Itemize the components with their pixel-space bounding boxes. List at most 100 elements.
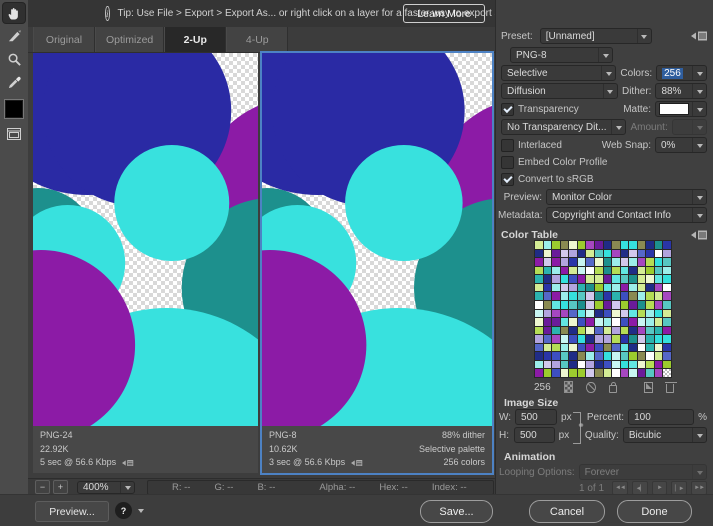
color-swatch[interactable] — [552, 335, 560, 343]
color-swatch[interactable] — [569, 369, 577, 377]
color-swatch[interactable] — [586, 249, 594, 258]
color-swatch[interactable] — [543, 343, 552, 352]
color-swatch[interactable] — [620, 283, 629, 292]
height-input[interactable]: 500 — [514, 427, 555, 443]
color-swatch[interactable] — [663, 292, 671, 300]
color-swatch[interactable] — [654, 369, 663, 377]
color-swatch[interactable] — [646, 258, 654, 266]
color-swatch[interactable] — [543, 249, 552, 258]
color-swatch[interactable] — [552, 275, 560, 283]
color-swatch[interactable] — [577, 300, 586, 309]
colors-dropdown[interactable]: 256 — [656, 65, 707, 81]
embed-color-profile-checkbox[interactable] — [501, 155, 514, 169]
color-swatch[interactable] — [612, 360, 620, 369]
color-swatch[interactable] — [560, 283, 569, 292]
color-swatch[interactable] — [663, 275, 671, 283]
color-swatch[interactable] — [552, 326, 560, 335]
color-swatch[interactable] — [543, 318, 552, 326]
format-dropdown[interactable]: PNG-8 — [510, 47, 613, 63]
eyedropper-tool-button[interactable] — [3, 72, 25, 92]
color-swatch[interactable] — [654, 352, 663, 360]
color-table-panel-menu-icon[interactable] — [691, 230, 707, 240]
color-swatch[interactable] — [577, 352, 586, 360]
color-swatch[interactable] — [569, 249, 577, 258]
color-swatch[interactable] — [560, 318, 569, 326]
color-swatch[interactable] — [620, 292, 629, 300]
color-swatch[interactable] — [552, 292, 560, 300]
color-swatch[interactable] — [654, 249, 663, 258]
color-swatch[interactable] — [629, 241, 637, 249]
color-swatch[interactable] — [560, 292, 569, 300]
download-speed-menu-icon[interactable] — [351, 459, 363, 467]
color-swatch[interactable] — [620, 266, 629, 275]
color-swatch[interactable] — [560, 300, 569, 309]
convert-srgb-checkbox[interactable] — [501, 172, 514, 186]
color-swatch[interactable] — [543, 275, 552, 283]
color-swatch[interactable] — [603, 352, 612, 360]
color-swatch[interactable] — [663, 300, 671, 309]
color-swatch[interactable] — [552, 369, 560, 377]
color-swatch[interactable] — [543, 241, 552, 249]
tab-4up[interactable]: 4-Up — [226, 27, 289, 52]
color-swatch[interactable] — [646, 300, 654, 309]
percent-input[interactable]: 100 — [628, 409, 695, 425]
color-swatch[interactable] — [560, 275, 569, 283]
color-swatch[interactable] — [577, 335, 586, 343]
color-swatch[interactable] — [629, 249, 637, 258]
color-swatch[interactable] — [569, 292, 577, 300]
color-swatch[interactable] — [594, 360, 603, 369]
color-swatch[interactable] — [543, 292, 552, 300]
color-swatch[interactable] — [654, 275, 663, 283]
color-swatch[interactable] — [594, 369, 603, 377]
color-swatch[interactable] — [629, 326, 637, 335]
color-swatch[interactable] — [569, 309, 577, 318]
color-swatch[interactable] — [586, 335, 594, 343]
color-swatch[interactable] — [577, 309, 586, 318]
color-swatch[interactable] — [543, 300, 552, 309]
color-swatch[interactable] — [543, 309, 552, 318]
constrain-proportions-icon[interactable]: ⚭ — [573, 412, 585, 444]
color-swatch[interactable] — [620, 275, 629, 283]
learn-more-button[interactable]: Learn More — [403, 4, 485, 23]
color-swatch[interactable] — [646, 309, 654, 318]
color-swatch[interactable] — [586, 258, 594, 266]
color-swatch[interactable] — [646, 335, 654, 343]
color-swatch[interactable] — [629, 360, 637, 369]
color-swatch[interactable] — [543, 283, 552, 292]
dither-method-dropdown[interactable]: Diffusion — [501, 83, 618, 99]
color-swatch[interactable] — [577, 266, 586, 275]
color-swatch[interactable] — [612, 335, 620, 343]
color-swatch[interactable] — [535, 318, 543, 326]
color-swatch[interactable] — [612, 266, 620, 275]
width-input[interactable]: 500 — [515, 409, 558, 425]
color-swatch[interactable] — [646, 241, 654, 249]
color-swatch[interactable] — [646, 292, 654, 300]
color-swatch[interactable] — [637, 326, 646, 335]
color-swatch[interactable] — [612, 343, 620, 352]
color-swatch[interactable] — [594, 352, 603, 360]
play-button[interactable]: ► — [651, 481, 668, 495]
color-swatch[interactable] — [535, 300, 543, 309]
color-swatch[interactable] — [612, 352, 620, 360]
color-swatch[interactable] — [594, 292, 603, 300]
color-swatch[interactable] — [620, 241, 629, 249]
color-swatch[interactable] — [560, 326, 569, 335]
color-swatch[interactable] — [654, 318, 663, 326]
color-swatch[interactable] — [543, 335, 552, 343]
color-swatch[interactable] — [594, 309, 603, 318]
color-swatch[interactable] — [663, 258, 671, 266]
color-swatch[interactable] — [586, 292, 594, 300]
color-swatch[interactable] — [603, 309, 612, 318]
color-swatch[interactable] — [629, 343, 637, 352]
tab-original[interactable]: Original — [33, 27, 95, 52]
interlaced-checkbox[interactable] — [501, 138, 514, 152]
color-swatch[interactable] — [612, 258, 620, 266]
zoom-in-button[interactable]: + — [53, 480, 68, 494]
color-swatch[interactable] — [535, 249, 543, 258]
preset-panel-menu-icon[interactable] — [691, 31, 707, 41]
color-swatch[interactable] — [603, 266, 612, 275]
color-swatch[interactable] — [535, 266, 543, 275]
color-swatch[interactable] — [603, 343, 612, 352]
color-swatch[interactable] — [560, 249, 569, 258]
color-swatch[interactable] — [663, 309, 671, 318]
